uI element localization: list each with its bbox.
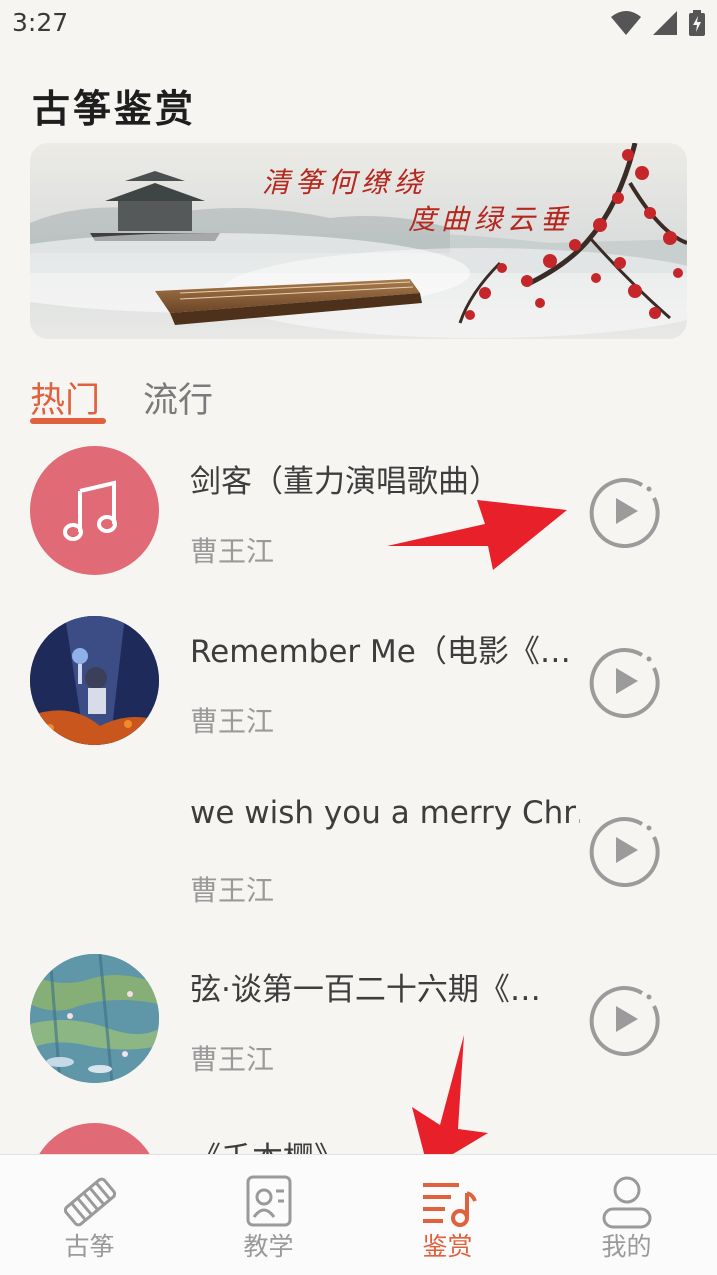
status-icons [611,10,705,36]
status-bar: 3:27 [0,0,717,50]
nav-label: 古筝 [64,1232,115,1261]
list-item[interactable]: Remember Me（电影《… 曹王江 [0,600,717,750]
tab-hot[interactable]: 热门 [30,372,100,423]
list-item[interactable]: 剑客（董力演唱歌曲） 曹王江 [0,430,717,580]
song-title: 弦·谈第一百二十六期《… [190,972,541,1008]
nav-item-teaching[interactable]: 教学 [179,1155,358,1275]
bottom-nav: 古筝 教学 鉴赏 我的 [0,1154,717,1275]
profile-icon [602,1176,652,1229]
song-list[interactable]: 剑客（董力演唱歌曲） 曹王江 Remember Me（电影《… 曹王江 we w… [0,430,717,1154]
nav-item-guzheng[interactable]: 古筝 [0,1155,179,1275]
nav-item-appreciation[interactable]: 鉴赏 [358,1155,537,1275]
play-icon[interactable] [587,644,661,718]
play-icon[interactable] [587,474,661,548]
list-item[interactable]: 《千本樱》 [0,1107,717,1154]
play-icon[interactable] [587,813,661,887]
music-note-icon [63,480,117,541]
nav-label: 我的 [601,1232,652,1261]
status-time: 3:27 [12,8,69,37]
movie-poster-image [30,616,159,745]
nav-label: 教学 [243,1232,294,1261]
banner[interactable]: 清筝何缭绕 度曲绿云垂 [30,143,687,339]
list-item[interactable]: 弦·谈第一百二十六期《… 曹王江 [0,938,717,1088]
signal-icon [653,11,677,35]
song-artist: 曹王江 [190,1043,275,1076]
nav-label: 鉴赏 [422,1232,473,1261]
banner-verse-1: 清筝何缭绕 [262,166,428,199]
song-cover [30,616,159,745]
play-icon[interactable] [587,982,661,1056]
nav-item-profile[interactable]: 我的 [537,1155,716,1275]
annotation-arrow-icon [412,1035,488,1169]
battery-icon [689,10,705,36]
tab-popular[interactable]: 流行 [143,372,213,423]
banner-verse-2: 度曲绿云垂 [408,203,574,236]
song-cover [30,954,159,1083]
annotation-arrow-icon [387,500,567,570]
page-title: 古筝鉴赏 [32,86,197,131]
song-cover [30,446,159,575]
song-artist: 曹王江 [190,874,275,907]
tab-active-indicator [30,418,106,424]
teaching-icon [246,1175,292,1227]
song-artist: 曹王江 [190,705,275,738]
song-artist: 曹王江 [190,535,275,568]
song-title: we wish you a merry Chr… [190,795,580,831]
song-cover [30,1123,159,1154]
appreciation-icon [423,1183,477,1227]
song-title: Remember Me（电影《… [190,634,571,670]
list-item[interactable]: we wish you a merry Chr… 曹王江 [0,769,717,919]
guzheng-icon [63,1177,117,1227]
song-title: 《千本樱》 [190,1133,580,1154]
wifi-icon [611,11,641,35]
water-lilies-image [30,954,159,1083]
